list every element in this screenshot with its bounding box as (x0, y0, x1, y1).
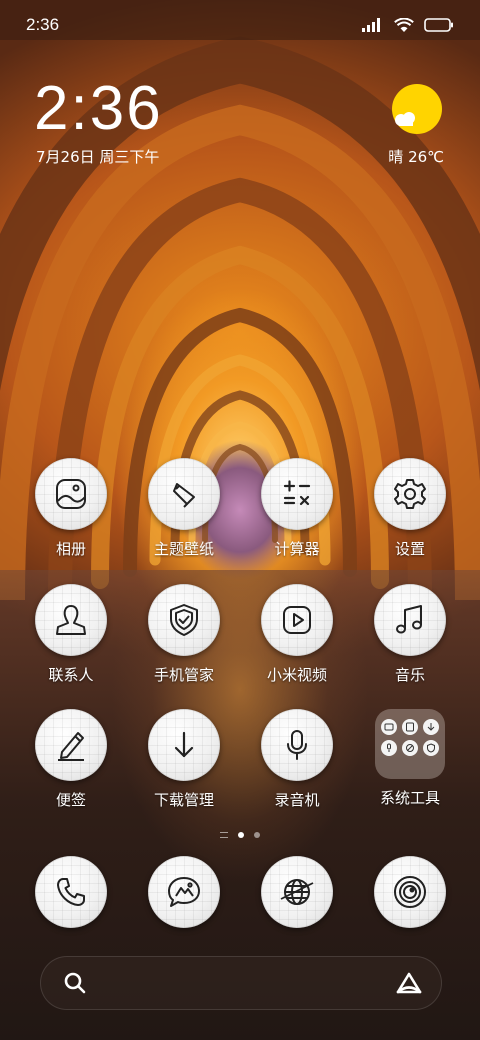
dock-phone-button[interactable] (35, 856, 107, 928)
battery-icon (424, 18, 453, 32)
app-notes-icon-button[interactable] (35, 709, 107, 781)
app-music[interactable]: 音乐 (360, 584, 460, 685)
assistant-icon[interactable] (395, 971, 423, 995)
app-downloads[interactable]: 下载管理 (134, 709, 234, 810)
app-settings-icon-button[interactable] (374, 458, 446, 530)
app-label: 录音机 (274, 791, 320, 809)
folder-mini-app-icon (402, 740, 418, 756)
notes-icon (58, 732, 84, 761)
page-indicator-menu-icon (220, 832, 228, 838)
camera-icon (394, 876, 426, 908)
dock-messages[interactable] (134, 856, 234, 928)
signal-icon (362, 18, 380, 32)
app-themes-icon-button[interactable] (148, 458, 220, 530)
dock-browser[interactable] (247, 856, 347, 928)
status-icons (362, 17, 454, 33)
sunny-cloud-icon[interactable] (392, 84, 442, 134)
status-bar: 2:36 (0, 0, 480, 50)
themes-icon (173, 483, 195, 508)
app-label: 计算器 (274, 540, 320, 558)
recorder-icon (287, 730, 307, 760)
app-notes[interactable]: 便签 (21, 709, 121, 810)
messages-icon (168, 877, 200, 907)
app-label: 手机管家 (153, 666, 214, 684)
app-recorder[interactable]: 录音机 (247, 709, 347, 810)
app-contacts-icon-button[interactable] (35, 584, 107, 656)
app-video[interactable]: 小米视频 (247, 584, 347, 685)
page-dot (254, 832, 260, 838)
folder-mini-app-icon (402, 719, 418, 735)
clock-time[interactable]: 2:36 (34, 78, 163, 140)
search-bar[interactable] (40, 956, 442, 1010)
video-icon (283, 606, 311, 634)
app-calculator[interactable]: 计算器 (247, 458, 347, 559)
contacts-icon (56, 605, 86, 635)
app-security-icon-button[interactable] (148, 584, 220, 656)
app-label: 音乐 (394, 666, 425, 684)
folder-icon[interactable] (375, 709, 445, 779)
app-video-icon-button[interactable] (261, 584, 333, 656)
phone-icon (57, 878, 85, 906)
app-gallery[interactable]: 相册 (21, 458, 121, 559)
browser-icon (280, 879, 314, 905)
app-label: 下载管理 (153, 791, 214, 809)
security-icon (170, 604, 198, 636)
app-label: 便签 (55, 791, 86, 809)
app-contacts[interactable]: 联系人 (21, 584, 121, 685)
search-icon[interactable] (63, 971, 87, 995)
app-gallery-icon-button[interactable] (35, 458, 107, 530)
app-label: 设置 (394, 540, 425, 558)
downloads-icon (174, 731, 194, 758)
app-recorder-icon-button[interactable] (261, 709, 333, 781)
app-music-icon-button[interactable] (374, 584, 446, 656)
folder-mini-app-icon (381, 719, 397, 735)
app-label: 相册 (55, 540, 86, 558)
folder-mini-app-icon (381, 740, 397, 756)
gallery-icon (56, 479, 86, 509)
dock-camera[interactable] (360, 856, 460, 928)
page-dot-active (238, 832, 244, 838)
clock-date: 7月26日 周三下午 (36, 148, 160, 166)
page-indicator[interactable] (200, 830, 280, 840)
app-calculator-icon-button[interactable] (261, 458, 333, 530)
music-icon (396, 605, 422, 634)
app-label: 系统工具 (379, 789, 440, 807)
app-themes[interactable]: 主题壁纸 (134, 458, 234, 559)
dock-phone[interactable] (21, 856, 121, 928)
cloud-icon (395, 112, 415, 126)
calculator-icon (283, 480, 311, 506)
app-settings[interactable]: 设置 (360, 458, 460, 559)
dock-camera-button[interactable] (374, 856, 446, 928)
dock-messages-button[interactable] (148, 856, 220, 928)
status-time: 2:36 (26, 15, 60, 34)
dock-browser-button[interactable] (261, 856, 333, 928)
folder-mini-app-icon (423, 740, 439, 756)
wifi-icon (394, 17, 414, 32)
settings-icon (394, 479, 426, 509)
weather-text: 晴 26℃ (388, 148, 444, 166)
app-label: 联系人 (48, 666, 94, 684)
app-label: 小米视频 (266, 666, 327, 684)
app-security[interactable]: 手机管家 (134, 584, 234, 685)
app-downloads-icon-button[interactable] (148, 709, 220, 781)
app-label: 主题壁纸 (153, 540, 214, 558)
folder-mini-app-icon (423, 719, 439, 735)
app-folder-system-tools[interactable]: 系统工具 (360, 709, 460, 808)
